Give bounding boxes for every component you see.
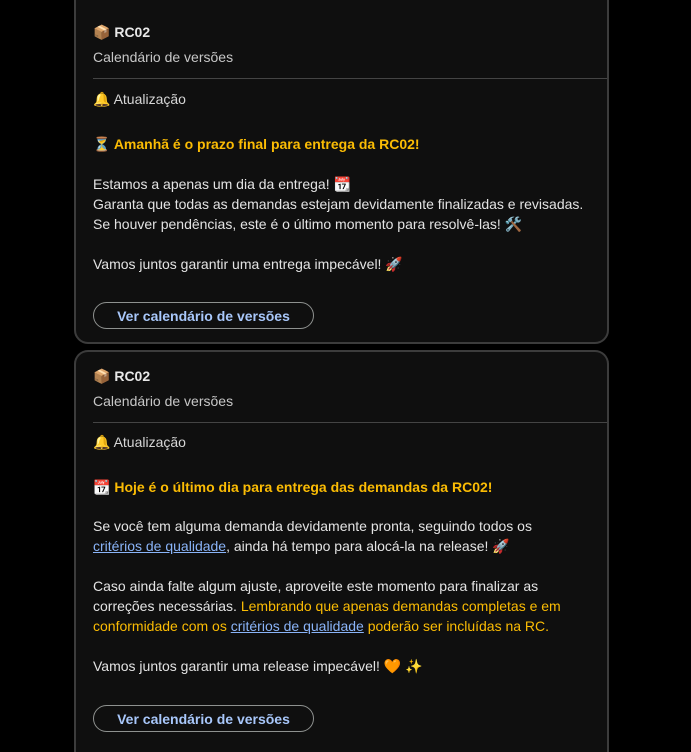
section-title: 🔔 Atualização — [93, 434, 186, 451]
headline-text: Amanhã é o prazo final para entrega da R… — [113, 136, 420, 152]
header-divider — [93, 78, 607, 79]
card-subtitle: Calendário de versões — [93, 393, 234, 409]
package-icon: 📦 — [93, 368, 111, 384]
body-line: Vamos juntos garantir uma entrega impecá… — [93, 256, 403, 272]
body-line: Estamos a apenas um dia da entrega! 📆 — [93, 176, 351, 192]
section-label: Atualização — [113, 91, 186, 107]
section-label: Atualização — [113, 434, 186, 450]
calendar-icon: 📆 — [93, 479, 111, 495]
bell-icon: 🔔 — [93, 434, 111, 450]
section-title: 🔔 Atualização — [93, 91, 186, 108]
header-divider — [93, 422, 607, 423]
card-title: RC02 — [114, 368, 151, 384]
body-text: Se você tem alguma demanda devidamente p… — [93, 518, 532, 534]
body-paragraph-2: Caso ainda falte algum ajuste, aproveite… — [93, 576, 598, 636]
card-title: RC02 — [114, 24, 151, 40]
body-text: , ainda há tempo para alocá-la na releas… — [226, 538, 510, 554]
view-calendar-button[interactable]: Ver calendário de versões — [93, 705, 314, 732]
body-line: Garanta que todas as demandas estejam de… — [93, 196, 584, 212]
body-line: Se houver pendências, este é o último mo… — [93, 216, 523, 232]
notification-card-2: 📦 RC02 Calendário de versões 🔔 Atualizaç… — [74, 350, 609, 752]
card-header-title: 📦 RC02 — [93, 368, 150, 385]
message-body: Se você tem alguma demanda devidamente p… — [93, 516, 598, 676]
body-paragraph-3: Vamos juntos garantir uma release impecá… — [93, 658, 423, 674]
notification-card-1: 📦 RC02 Calendário de versões 🔔 Atualizaç… — [74, 0, 609, 344]
bell-icon: 🔔 — [93, 91, 111, 107]
hourglass-icon: ⏳ — [93, 136, 111, 152]
card-header-title: 📦 RC02 — [93, 24, 150, 41]
package-icon: 📦 — [93, 24, 111, 40]
quality-criteria-link[interactable]: critérios de qualidade — [93, 538, 226, 554]
quality-criteria-link[interactable]: critérios de qualidade — [231, 618, 364, 634]
card-subtitle: Calendário de versões — [93, 49, 234, 65]
highlighted-text: poderão ser incluídas na RC. — [367, 618, 550, 634]
headline: 📆 Hoje é o último dia para entrega das d… — [93, 479, 492, 496]
headline-text: Hoje é o último dia para entrega das dem… — [114, 479, 493, 495]
body-paragraph-1: Se você tem alguma demanda devidamente p… — [93, 516, 598, 556]
message-body: Estamos a apenas um dia da entrega! 📆 Ga… — [93, 174, 598, 274]
headline: ⏳ Amanhã é o prazo final para entrega da… — [93, 136, 420, 153]
view-calendar-button[interactable]: Ver calendário de versões — [93, 302, 314, 329]
